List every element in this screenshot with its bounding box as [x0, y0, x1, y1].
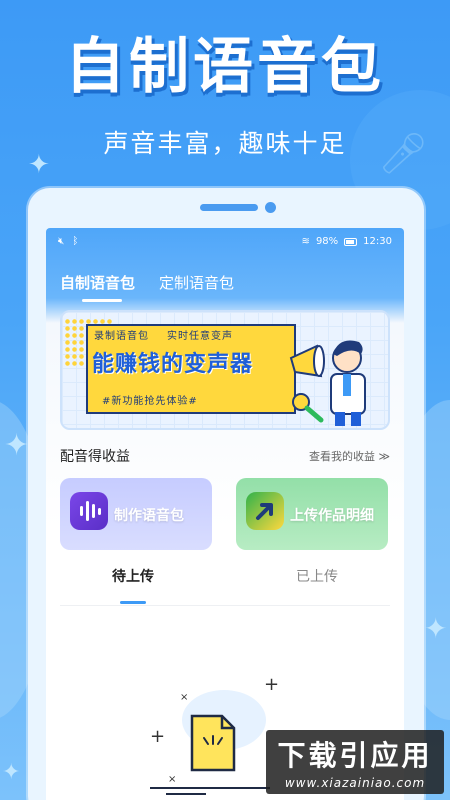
make-voice-pack-label: 制作语音包: [114, 508, 184, 524]
tablet-speaker: [200, 204, 258, 211]
app-screen: 🔇︎ ᛒ ≋ 98% 12:30 自制语音包 定制语音包 录制语音包 实时任意变…: [46, 228, 404, 800]
watermark-url: www.xiazainiao.com: [284, 776, 426, 790]
upload-arrow-icon: [246, 492, 284, 530]
banner-slogan: #新功能抢先体验#: [102, 396, 198, 407]
banner-title: 能赚钱的变声器: [92, 352, 254, 377]
site-watermark: 下载引应用 www.xiazainiao.com: [266, 730, 444, 794]
svg-text:×: ×: [168, 774, 176, 785]
sparkle-icon: ✦: [424, 612, 448, 645]
tab-self-made[interactable]: 自制语音包: [60, 272, 135, 302]
tab-custom[interactable]: 定制语音包: [159, 272, 234, 293]
sparkle-icon: ✦: [4, 428, 30, 463]
upload-status-tabs: 待上传 已上传: [60, 566, 390, 606]
view-earnings-link[interactable]: 查看我的收益 ≫: [309, 448, 390, 464]
status-bar: 🔇︎ ᛒ ≋ 98% 12:30: [46, 228, 404, 256]
mute-icon: 🔇︎: [58, 236, 65, 247]
battery-icon: [344, 237, 358, 246]
earnings-title: 配音得收益: [60, 449, 130, 465]
clock: 12:30: [363, 236, 392, 247]
battery-level: 98%: [315, 236, 339, 247]
tab-uploaded[interactable]: 已上传: [296, 566, 338, 586]
tab-pending-upload[interactable]: 待上传: [112, 566, 154, 604]
watermark-main: 下载引应用: [277, 739, 433, 772]
empty-state-illustration: + + × ×: [150, 674, 279, 795]
earnings-section-header: 配音得收益 查看我的收益 ≫: [60, 446, 390, 466]
tablet-frame: 🔇︎ ᛒ ≋ 98% 12:30 自制语音包 定制语音包 录制语音包 实时任意变…: [28, 188, 424, 800]
banner-tag-left: 录制语音包: [94, 331, 149, 342]
banner-tag-right: 实时任意变声: [167, 331, 233, 342]
make-voice-pack-card[interactable]: 制作语音包: [60, 478, 212, 550]
svg-text:+: +: [150, 726, 165, 747]
wifi-icon: ≋: [301, 236, 310, 247]
megaphone-person-illustration: [289, 340, 366, 426]
promo-headline: 自制语音包: [65, 32, 385, 102]
top-tabs: 自制语音包 定制语音包: [60, 272, 234, 302]
upload-details-card[interactable]: 上传作品明细: [236, 478, 388, 550]
voice-wave-icon: [70, 492, 108, 530]
tablet-camera: [265, 202, 276, 213]
promo-subline: 声音丰富，趣味十足: [103, 129, 347, 158]
bluetooth-icon: ᛒ: [72, 236, 79, 247]
svg-text:+: +: [264, 674, 279, 695]
svg-text:×: ×: [180, 692, 188, 703]
promo-banner[interactable]: 录制语音包 实时任意变声 能赚钱的变声器 #新功能抢先体验#: [60, 310, 390, 430]
upload-details-label: 上传作品明细: [290, 508, 374, 524]
sparkle-icon: ✦: [2, 760, 21, 785]
